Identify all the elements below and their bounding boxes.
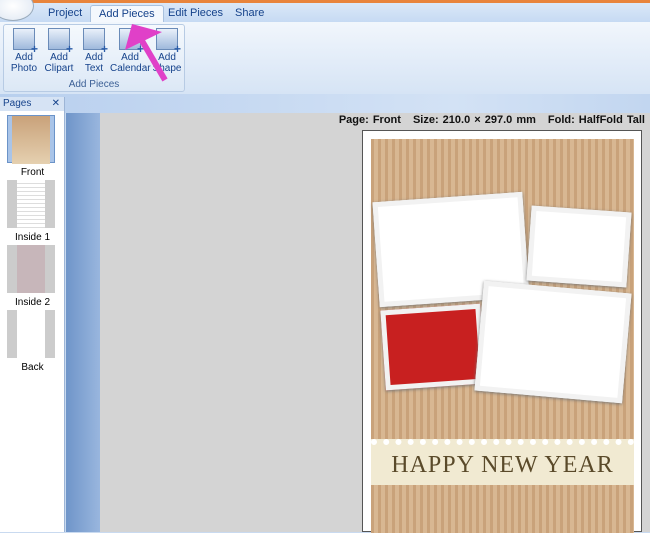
calendar-icon bbox=[119, 28, 144, 55]
panel-divider bbox=[66, 113, 100, 532]
text-icon bbox=[83, 28, 108, 55]
add-text-button[interactable]: AddText bbox=[77, 28, 111, 74]
shape-icon bbox=[156, 28, 181, 55]
add-clipart-button[interactable]: AddClipart bbox=[42, 28, 76, 74]
page-name: Page: Front bbox=[338, 114, 401, 126]
page-thumb-front[interactable] bbox=[7, 115, 55, 164]
add-pieces-group: AddPhoto AddClipart AddText AddCalendar … bbox=[3, 24, 185, 92]
page-info-bar: Page: Front Size: 210.0 × 297.0 mm Fold: H… bbox=[327, 114, 645, 126]
pages-panel-header: Pages ✕ bbox=[0, 97, 64, 111]
greeting-text: HAPPY NEW YEAR bbox=[391, 452, 614, 478]
page-thumb-inside-1[interactable] bbox=[7, 180, 55, 228]
blossom-photo[interactable] bbox=[526, 205, 632, 288]
group-label: Add Pieces bbox=[68, 79, 120, 90]
label: Shape bbox=[152, 63, 182, 74]
card-artwork: HAPPY NEW YEAR bbox=[371, 139, 634, 533]
pages-panel: Pages ✕ Front Inside 1 Inside 2 Back bbox=[0, 97, 65, 532]
page-label-front: Front bbox=[20, 167, 45, 178]
add-shape-button[interactable]: AddShape bbox=[150, 28, 184, 74]
ribbon-bottom-band bbox=[0, 94, 650, 113]
photo-icon bbox=[13, 28, 38, 55]
page-thumb-back[interactable] bbox=[7, 310, 55, 358]
page-label-inside-2: Inside 2 bbox=[14, 297, 51, 308]
tab-add-pieces[interactable]: Add Pieces bbox=[90, 5, 164, 22]
label: Clipart bbox=[44, 63, 74, 74]
page-label-inside-1: Inside 1 bbox=[14, 232, 51, 243]
tab-edit-pieces[interactable]: Edit Pieces bbox=[160, 5, 231, 22]
pages-title: Pages bbox=[3, 98, 32, 109]
app-logo-button[interactable] bbox=[0, 0, 34, 21]
page-label-back: Back bbox=[21, 362, 44, 373]
greeting-banner: HAPPY NEW YEAR bbox=[371, 439, 634, 485]
red-photo[interactable] bbox=[380, 303, 486, 391]
clipart-icon bbox=[48, 28, 73, 55]
page-fold: Fold: HalfFold Tall bbox=[547, 114, 645, 126]
label: Text bbox=[84, 63, 104, 74]
label: Photo bbox=[10, 63, 38, 74]
monkey-photo-2[interactable] bbox=[474, 280, 632, 404]
page-size: Size: 210.0 × 297.0 mm bbox=[412, 114, 536, 126]
page-thumb-inside-2[interactable] bbox=[7, 245, 55, 293]
tab-project[interactable]: Project bbox=[40, 5, 90, 22]
label: Add bbox=[121, 52, 139, 63]
close-icon[interactable]: ✕ bbox=[52, 97, 60, 111]
ribbon-tabs: Project Add Pieces Edit Pieces Share bbox=[0, 0, 650, 22]
add-photo-button[interactable]: AddPhoto bbox=[7, 28, 41, 74]
add-calendar-button[interactable]: AddCalendar bbox=[110, 28, 151, 74]
label: Calendar bbox=[110, 63, 151, 74]
ribbon: AddPhoto AddClipart AddText AddCalendar … bbox=[0, 22, 650, 94]
tab-share[interactable]: Share bbox=[227, 5, 272, 22]
card-page-front[interactable]: HAPPY NEW YEAR bbox=[362, 130, 642, 533]
